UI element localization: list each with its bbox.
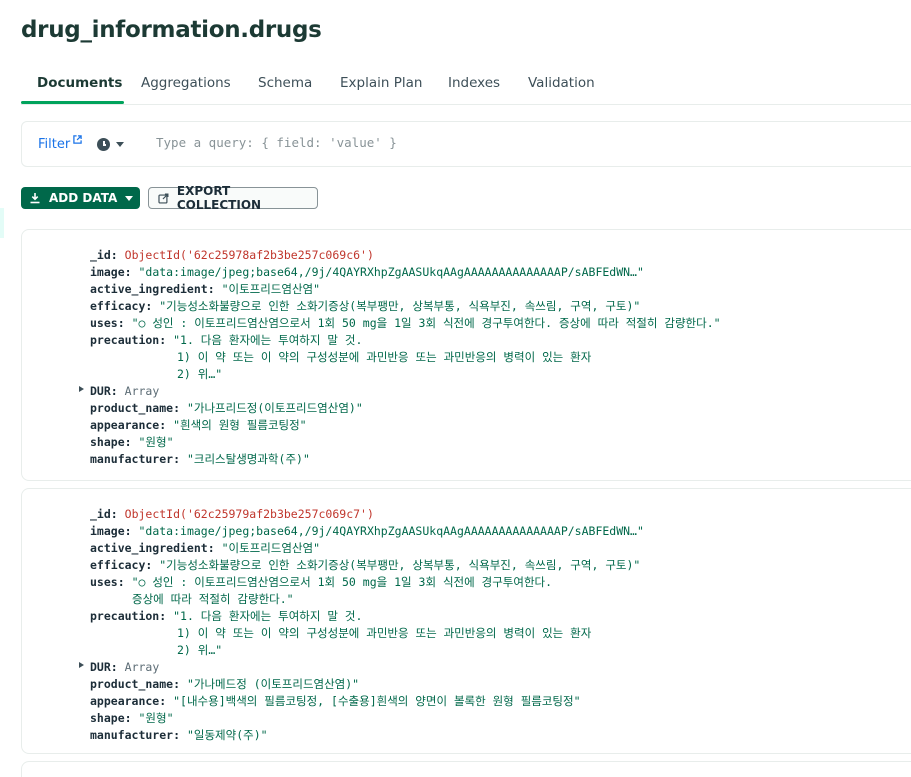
export-collection-button[interactable]: EXPORT COLLECTION bbox=[148, 184, 318, 212]
field-shape: shape: "원형" bbox=[90, 435, 174, 449]
download-icon bbox=[30, 193, 40, 204]
expand-caret-icon[interactable] bbox=[79, 386, 84, 392]
side-accent bbox=[0, 208, 4, 238]
field-active-ingredient: active_ingredient: "이토프리드염산염" bbox=[90, 282, 321, 296]
tab-indexes[interactable]: Indexes bbox=[448, 75, 500, 91]
expand-caret-icon[interactable] bbox=[79, 662, 84, 668]
field-appearance: appearance: "흰색의 원형 필름코팅정" bbox=[90, 418, 307, 432]
export-collection-label: EXPORT COLLECTION bbox=[176, 184, 262, 212]
field-manufacturer: manufacturer: "크리스탈생명과학(주)" bbox=[90, 452, 310, 466]
field-efficacy: efficacy: "기능성소화불량으로 인한 소화기증상(복부팽만, 상복부통… bbox=[90, 299, 641, 313]
query-bar: Filter bbox=[21, 121, 911, 167]
tab-aggregations[interactable]: Aggregations bbox=[141, 75, 231, 91]
external-link-icon bbox=[73, 135, 82, 144]
field-image: image: "data:image/jpeg;base64,/9j/4QAYR… bbox=[90, 524, 644, 538]
add-data-button[interactable]: ADD DATA bbox=[21, 187, 140, 209]
field-precaution: precaution: "1. 다음 환자에는 투여하지 말 것. bbox=[90, 609, 363, 623]
export-icon bbox=[158, 192, 169, 204]
field-shape: shape: "원형" bbox=[90, 711, 174, 725]
field-precaution-line2: 1) 이 약 또는 이 약의 구성성분에 과민반응 또는 과민반응의 병력이 있… bbox=[177, 350, 592, 364]
field-manufacturer: manufacturer: "일동제약(주)" bbox=[90, 728, 268, 742]
field-id: _id: ObjectId('62c25979af2b3be257c069c7'… bbox=[90, 507, 374, 521]
document-card[interactable]: _id: ObjectId('62c25979af2b3be257c069c7'… bbox=[21, 488, 911, 754]
field-appearance: appearance: "[내수용]백색의 필름코팅정, [수출용]흰색의 양면… bbox=[90, 694, 581, 708]
chevron-down-icon[interactable] bbox=[116, 142, 124, 147]
tab-documents[interactable]: Documents bbox=[37, 75, 122, 91]
tab-validation[interactable]: Validation bbox=[528, 75, 595, 91]
field-dur[interactable]: DUR: Array bbox=[90, 659, 159, 676]
field-uses-line2: 증상에 따라 적절히 감량한다." bbox=[132, 592, 294, 606]
field-precaution-line3: 2) 위…" bbox=[177, 367, 223, 381]
collection-title: drug_information.drugs bbox=[21, 17, 322, 43]
filter-link[interactable]: Filter bbox=[38, 137, 70, 152]
field-image: image: "data:image/jpeg;base64,/9j/4QAYR… bbox=[90, 265, 644, 279]
query-input[interactable] bbox=[156, 135, 656, 150]
field-product-name: product_name: "가나프리드정(이토프리드염산염)" bbox=[90, 401, 363, 415]
document-card[interactable] bbox=[21, 761, 911, 777]
tab-explain-plan[interactable]: Explain Plan bbox=[340, 75, 422, 91]
field-id: _id: ObjectId('62c25978af2b3be257c069c6'… bbox=[90, 248, 374, 262]
chevron-down-icon bbox=[125, 195, 134, 201]
field-uses: uses: "○ 성인 : 이토프리드염산염으로서 1회 50 mg을 1일 3… bbox=[90, 575, 553, 589]
field-efficacy: efficacy: "기능성소화불량으로 인한 소화기증상(복부팽만, 상복부통… bbox=[90, 558, 641, 572]
field-precaution-line3: 2) 위…" bbox=[177, 643, 223, 657]
tab-bar: Documents Aggregations Schema Explain Pl… bbox=[21, 64, 911, 105]
field-precaution: precaution: "1. 다음 환자에는 투여하지 말 것. bbox=[90, 333, 363, 347]
field-product-name: product_name: "가나메드정 (이토프리드염산염)" bbox=[90, 677, 360, 691]
field-active-ingredient: active_ingredient: "이토프리드염산염" bbox=[90, 541, 321, 555]
query-history-icon[interactable] bbox=[97, 138, 110, 151]
field-uses: uses: "○ 성인 : 이토프리드염산염으로서 1회 50 mg을 1일 3… bbox=[90, 316, 721, 330]
field-precaution-line2: 1) 이 약 또는 이 약의 구성성분에 과민반응 또는 과민반응의 병력이 있… bbox=[177, 626, 592, 640]
field-dur[interactable]: DUR: Array bbox=[90, 383, 159, 400]
document-card[interactable]: _id: ObjectId('62c25978af2b3be257c069c6'… bbox=[21, 229, 911, 481]
tab-schema[interactable]: Schema bbox=[258, 75, 312, 91]
add-data-label: ADD DATA bbox=[49, 191, 118, 205]
active-tab-indicator bbox=[21, 101, 124, 104]
